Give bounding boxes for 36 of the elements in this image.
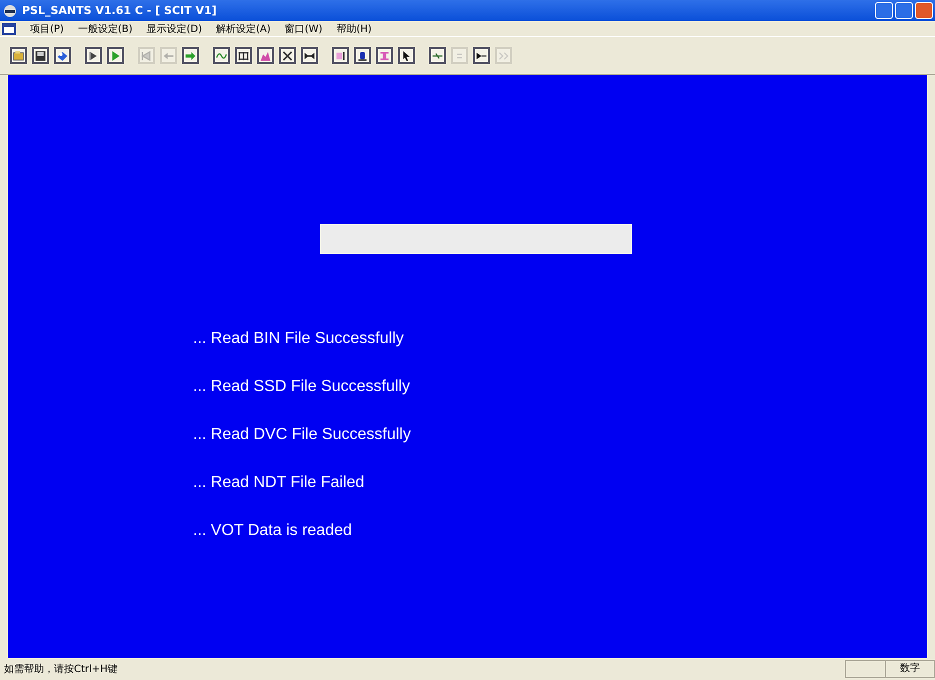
toolbar-button[interactable] [279, 47, 296, 64]
toolbar-button[interactable] [354, 47, 371, 64]
window-title: PSL_SANTS V1.61 C - [ SCIT V1] [22, 4, 217, 17]
toolbar-button[interactable] [332, 47, 349, 64]
log-message: ... Read SSD File Successfully [193, 377, 411, 397]
toolbar-button[interactable] [32, 47, 49, 64]
app-icon [2, 2, 18, 18]
toolbar-button[interactable] [398, 47, 415, 64]
status-indicator: 数字 [885, 660, 935, 678]
toolbar-button[interactable] [235, 47, 252, 64]
status-text: 如需帮助，请按Ctrl+H键 [4, 662, 118, 676]
toolbar-button[interactable] [182, 47, 199, 64]
log-message: ... Read NDT File Failed [193, 473, 366, 493]
toolbar-button[interactable] [473, 47, 490, 64]
log-message: ... Read BIN File Successfully [193, 329, 405, 349]
toolbar-button[interactable] [257, 47, 274, 64]
log-message: ... Read DVC File Successfully [193, 425, 411, 445]
status-panel [845, 660, 885, 678]
menu-item[interactable]: 显示设定(D) [146, 22, 202, 36]
menu-item[interactable]: 一般设定(B) [78, 22, 133, 36]
toolbar-button[interactable] [85, 47, 102, 64]
menu-item[interactable]: 项目(P) [30, 22, 64, 36]
toolbar-button[interactable] [301, 47, 318, 64]
minimize-button[interactable] [875, 2, 893, 19]
log-message: ... VOT Data is readed [193, 521, 353, 541]
menu-item[interactable]: 窗口(W) [284, 22, 322, 36]
close-button[interactable] [915, 2, 933, 19]
menu-item[interactable]: 解析设定(A) [216, 22, 271, 36]
toolbar-button[interactable] [429, 47, 446, 64]
toolbar-button[interactable] [10, 47, 27, 64]
toolbar-button[interactable] [376, 47, 393, 64]
toolbar-button[interactable] [213, 47, 230, 64]
menu-item[interactable]: 帮助(H) [336, 22, 372, 36]
toolbar-button[interactable] [54, 47, 71, 64]
toolbar-button[interactable] [107, 47, 124, 64]
restore-button[interactable] [895, 2, 913, 19]
